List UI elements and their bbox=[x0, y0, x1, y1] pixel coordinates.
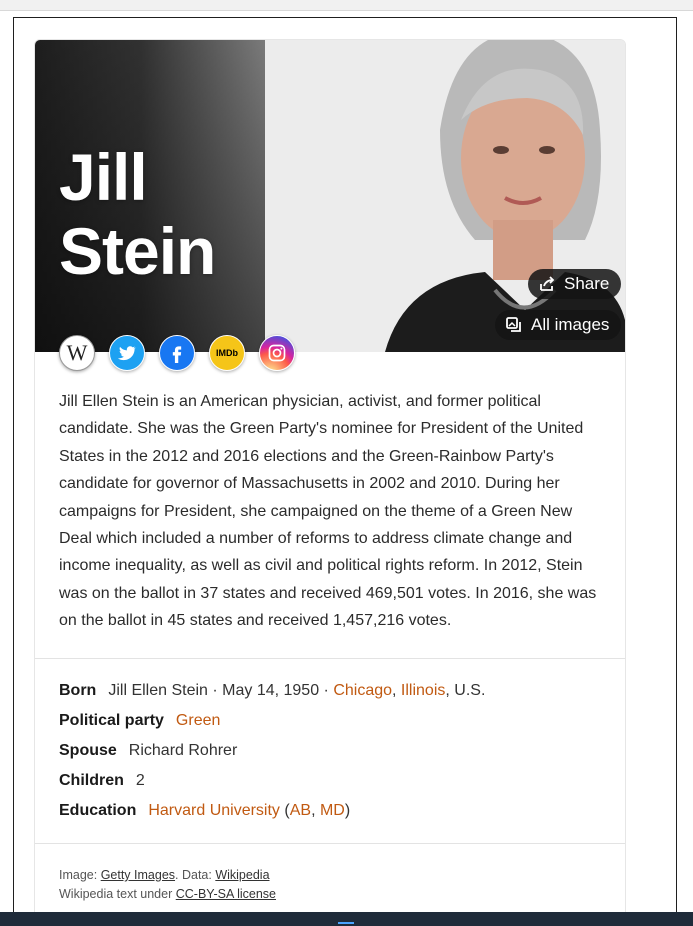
social-links: W IMDb bbox=[59, 335, 295, 371]
share-label: Share bbox=[564, 274, 610, 293]
portrait-image[interactable] bbox=[265, 40, 625, 352]
fact-born-value: Jill Ellen Stein · May 14, 1950 · bbox=[108, 682, 334, 699]
wikipedia-icon[interactable]: W bbox=[59, 335, 95, 371]
degree-md-link[interactable]: MD bbox=[320, 802, 345, 819]
fact-education: Education Harvard University (AB, MD) bbox=[59, 796, 485, 826]
share-icon bbox=[540, 276, 555, 291]
browser-top-strip bbox=[0, 0, 693, 11]
hero-banner[interactable]: Jill Stein Share All images bbox=[35, 40, 625, 352]
divider-top bbox=[35, 658, 625, 659]
education-comma: , bbox=[311, 802, 320, 819]
attribution: Image: Getty Images. Data: Wikipedia Wik… bbox=[59, 866, 276, 904]
description-text: Jill Ellen Stein is an American physicia… bbox=[59, 393, 597, 630]
taskbar bbox=[0, 912, 693, 926]
facts-list: Born Jill Ellen Stein · May 14, 1950 · Ch… bbox=[59, 676, 485, 826]
education-school-link[interactable]: Harvard University bbox=[148, 802, 280, 819]
fact-children: Children 2 bbox=[59, 766, 485, 796]
fact-party: Political party Green bbox=[59, 706, 485, 736]
getty-images-link[interactable]: Getty Images bbox=[101, 868, 175, 882]
fact-spouse-value: Richard Rohrer bbox=[128, 742, 238, 759]
hero-title-line2: Stein bbox=[59, 214, 216, 288]
hero-title-line1: Jill bbox=[59, 140, 148, 214]
image-prefix: Image: bbox=[59, 868, 101, 882]
fact-spouse-label: Spouse bbox=[59, 742, 117, 759]
attribution-line2: Wikipedia text under CC-BY-SA license bbox=[59, 885, 276, 904]
fact-born: Born Jill Ellen Stein · May 14, 1950 · Ch… bbox=[59, 676, 485, 706]
facebook-icon[interactable] bbox=[159, 335, 195, 371]
born-city-link[interactable]: Chicago bbox=[333, 682, 392, 699]
all-images-label: All images bbox=[531, 315, 610, 334]
wikipedia-link[interactable]: Wikipedia bbox=[215, 868, 269, 882]
degree-ab-link[interactable]: AB bbox=[290, 802, 311, 819]
party-link[interactable]: Green bbox=[176, 712, 220, 729]
born-sep: , bbox=[392, 682, 401, 699]
instagram-icon[interactable] bbox=[259, 335, 295, 371]
fact-children-value: 2 bbox=[135, 772, 145, 789]
attribution-line1: Image: Getty Images. Data: Wikipedia bbox=[59, 866, 276, 885]
divider-bottom bbox=[35, 843, 625, 844]
born-state-link[interactable]: Illinois bbox=[401, 682, 445, 699]
share-button[interactable]: Share bbox=[528, 269, 622, 299]
fact-party-label: Political party bbox=[59, 712, 164, 729]
taskbar-active-indicator bbox=[338, 922, 354, 924]
education-close: ) bbox=[344, 802, 351, 819]
knowledge-panel: Jill Stein Share All images W IMDb Jill … bbox=[34, 39, 626, 921]
images-icon bbox=[506, 317, 521, 332]
license-prefix: Wikipedia text under bbox=[59, 887, 176, 901]
data-prefix: . Data: bbox=[175, 868, 216, 882]
education-open: ( bbox=[279, 802, 290, 819]
license-link[interactable]: CC-BY-SA license bbox=[176, 887, 276, 901]
fact-children-label: Children bbox=[59, 772, 124, 789]
imdb-icon[interactable]: IMDb bbox=[209, 335, 245, 371]
fact-education-label: Education bbox=[59, 802, 137, 819]
hero-title: Jill Stein bbox=[59, 140, 216, 288]
twitter-icon[interactable] bbox=[109, 335, 145, 371]
all-images-button[interactable]: All images bbox=[495, 310, 622, 340]
fact-born-label: Born bbox=[59, 682, 97, 699]
born-country: , U.S. bbox=[445, 682, 486, 699]
fact-spouse: Spouse Richard Rohrer bbox=[59, 736, 485, 766]
